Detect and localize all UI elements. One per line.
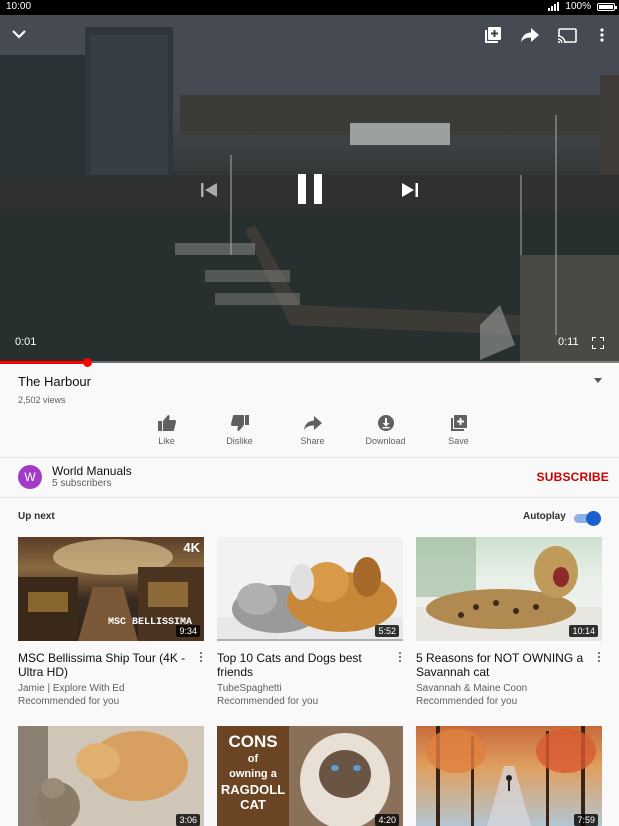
share-icon[interactable] — [520, 27, 540, 43]
share-label: Share — [300, 436, 325, 446]
painting-image — [426, 726, 596, 826]
recommendation-card[interactable]: 4K MSC BELLISSIMA 9:34 MSC Bellissima Sh… — [18, 537, 204, 708]
video-thumbnail[interactable]: 4K MSC BELLISSIMA 9:34 — [18, 537, 204, 641]
current-time: 0:01 — [15, 336, 37, 348]
like-button[interactable]: Like — [130, 413, 203, 446]
overlay-line: RAGDOLL — [220, 782, 286, 797]
pause-icon[interactable] — [293, 173, 327, 205]
recommendation-reason: Recommended for you — [416, 696, 518, 707]
progress-bar[interactable] — [0, 358, 619, 367]
scrubber-handle[interactable] — [82, 358, 92, 367]
download-label: Download — [365, 436, 406, 446]
battery-icon — [597, 2, 617, 11]
action-bar: Like Dislike Share Download Save — [130, 413, 495, 446]
share-icon — [303, 413, 322, 433]
share-button[interactable]: Share — [276, 413, 349, 446]
video-title[interactable]: Top 10 Cats and Dogs best friends — [217, 651, 387, 679]
autoplay-label: Autoplay — [523, 511, 566, 522]
recommendation-card[interactable]: 5:52 Top 10 Cats and Dogs best friends T… — [217, 537, 403, 708]
recommendation-card[interactable]: CONS of owning a RAGDOLL CAT 4:20 — [217, 726, 403, 826]
channel-name[interactable]: World Manuals — [52, 464, 132, 478]
duration-badge: 7:59 — [574, 814, 598, 826]
subscriber-count: 5 subscribers — [52, 478, 112, 489]
save-label: Save — [448, 436, 469, 446]
recommendation-reason: Recommended for you — [217, 696, 319, 707]
thumb-down-icon — [230, 413, 249, 433]
channel-avatar[interactable]: W — [18, 465, 42, 489]
fullscreen-icon[interactable] — [590, 335, 606, 351]
status-bar: 10:00 100% — [0, 0, 619, 15]
download-icon — [377, 413, 394, 433]
video-title[interactable]: MSC Bellissima Ship Tour (4K - Ultra HD) — [18, 651, 188, 679]
divider — [0, 497, 619, 498]
like-label: Like — [158, 436, 175, 446]
recommendation-card[interactable]: 3:06 — [18, 726, 204, 826]
battery-percent: 100% — [565, 1, 591, 12]
download-button[interactable]: Download — [349, 413, 422, 446]
channel-name[interactable]: TubeSpaghetti — [217, 682, 403, 695]
chevron-down-icon[interactable] — [10, 25, 28, 43]
expand-description-icon[interactable] — [594, 378, 602, 383]
more-vert-icon[interactable] — [198, 652, 204, 662]
video-thumbnail[interactable]: 5:52 — [217, 537, 403, 641]
video-thumbnail[interactable]: 7:59 — [416, 726, 602, 826]
cast-icon[interactable] — [557, 27, 577, 43]
recommendation-card[interactable]: 10:14 5 Reasons for NOT OWNING a Savanna… — [416, 537, 602, 708]
overlay-line: owning a — [229, 768, 277, 780]
channel-name[interactable]: Savannah & Maine Coon — [416, 682, 602, 695]
thumbnail-overlay-text: CONS of owning a RAGDOLL CAT — [217, 732, 289, 812]
video-title[interactable]: The Harbour — [18, 374, 91, 389]
recommendation-reason: Recommended for you — [18, 696, 120, 707]
next-icon[interactable] — [399, 180, 421, 200]
video-title[interactable]: 5 Reasons for NOT OWNING a Savannah cat — [416, 651, 586, 679]
video-thumbnail[interactable]: 10:14 — [416, 537, 602, 641]
up-next-heading: Up next — [18, 511, 55, 522]
4k-badge: 4K — [183, 540, 200, 555]
divider — [0, 457, 619, 458]
video-thumbnail[interactable]: CONS of owning a RAGDOLL CAT 4:20 — [217, 726, 403, 826]
more-vert-icon[interactable] — [596, 27, 608, 43]
dislike-label: Dislike — [226, 436, 253, 446]
save-icon — [450, 413, 467, 433]
video-player[interactable]: 0:01 0:11 — [0, 15, 619, 363]
progress-fill — [0, 361, 87, 364]
duration-badge: 4:20 — [375, 814, 399, 826]
overlay-line: CONS — [228, 732, 278, 751]
more-vert-icon[interactable] — [596, 652, 602, 662]
subscribe-button[interactable]: SUBSCRIBE — [537, 470, 609, 484]
overlay-line: CAT — [240, 797, 266, 812]
overlay-line: of — [247, 753, 259, 765]
add-to-queue-icon[interactable] — [484, 26, 502, 44]
duration-badge: 5:52 — [375, 625, 399, 637]
signal-icon — [548, 2, 560, 11]
recommendation-card[interactable]: 7:59 — [416, 726, 602, 826]
duration-badge: 9:34 — [176, 625, 200, 637]
duration-badge: 3:06 — [176, 814, 200, 826]
more-vert-icon[interactable] — [397, 652, 403, 662]
channel-name[interactable]: Jamie | Explore With Ed — [18, 682, 204, 695]
watched-indicator — [217, 639, 403, 641]
dislike-button[interactable]: Dislike — [203, 413, 276, 446]
autoplay-toggle[interactable] — [572, 511, 601, 526]
view-count: 2,502 views — [18, 395, 66, 405]
duration-badge: 10:14 — [569, 625, 598, 637]
thumb-up-icon — [157, 413, 176, 433]
save-button[interactable]: Save — [422, 413, 495, 446]
video-thumbnail[interactable]: 3:06 — [18, 726, 204, 826]
previous-icon[interactable] — [198, 180, 220, 200]
toggle-thumb — [586, 511, 601, 526]
duration-time: 0:11 — [558, 336, 579, 348]
status-time: 10:00 — [6, 1, 32, 12]
kitten-and-dog-image — [18, 726, 188, 826]
